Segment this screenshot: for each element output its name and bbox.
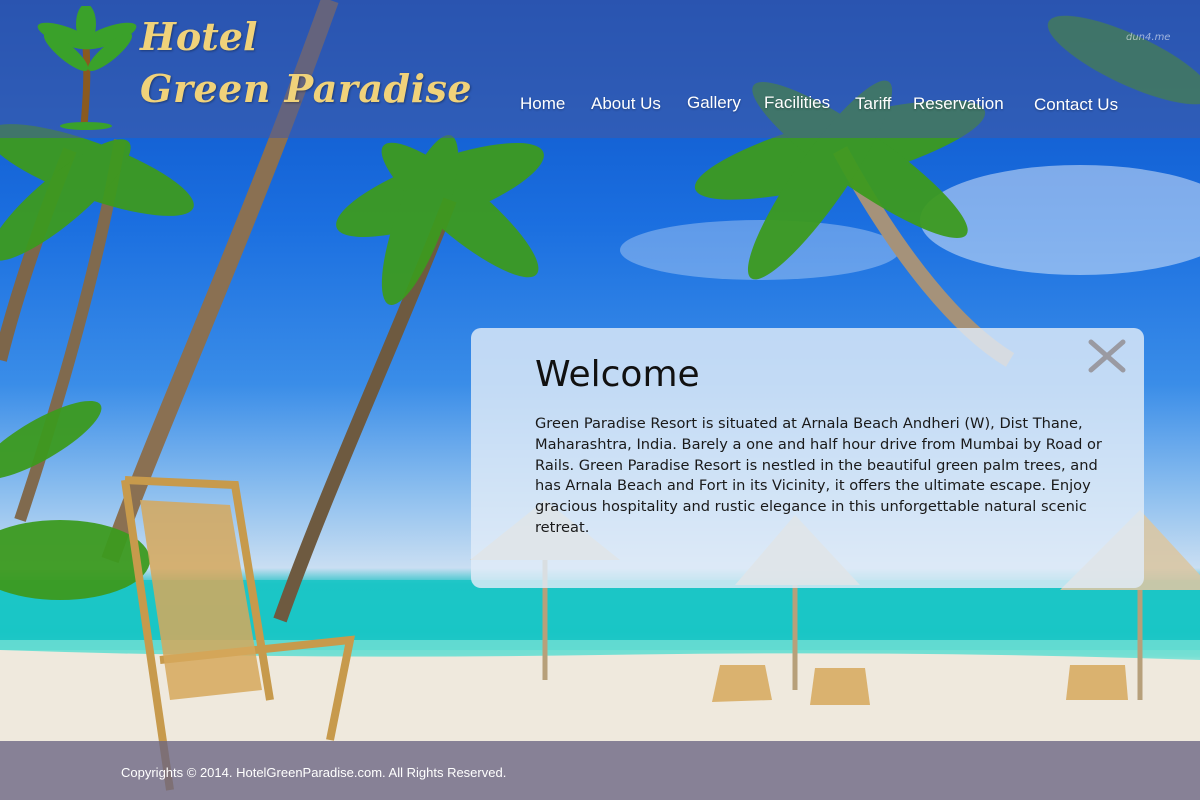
site-header: Hotel Green Paradise dun4.me Home About … <box>0 0 1200 138</box>
welcome-title: Welcome <box>535 354 700 395</box>
copyright-text: Copyrights © 2014. HotelGreenParadise.co… <box>121 765 507 780</box>
nav-item-facilities[interactable]: Facilities <box>764 93 830 113</box>
nav-item-contact-us[interactable]: Contact Us <box>1034 95 1118 115</box>
nav-item-home[interactable]: Home <box>520 94 565 114</box>
palm-tree-icon[interactable] <box>36 6 140 130</box>
watermark-text: dun4.me <box>1126 32 1171 43</box>
welcome-body-text: Green Paradise Resort is situated at Arn… <box>535 415 1102 536</box>
brand-line-name: Green Paradise <box>140 66 473 111</box>
nav-item-reservation[interactable]: Reservation <box>913 94 1004 114</box>
site-footer: Copyrights © 2014. HotelGreenParadise.co… <box>0 741 1200 800</box>
brand-line-hotel: Hotel <box>140 14 258 59</box>
welcome-panel: Welcome Green Paradise Resort is situate… <box>471 328 1144 588</box>
site-logo-text[interactable]: Hotel Green Paradise <box>140 14 472 118</box>
nav-item-about-us[interactable]: About Us <box>591 94 661 114</box>
nav-item-tariff[interactable]: Tariff <box>855 94 892 114</box>
close-icon[interactable] <box>1087 338 1127 374</box>
nav-item-gallery[interactable]: Gallery <box>687 93 741 113</box>
